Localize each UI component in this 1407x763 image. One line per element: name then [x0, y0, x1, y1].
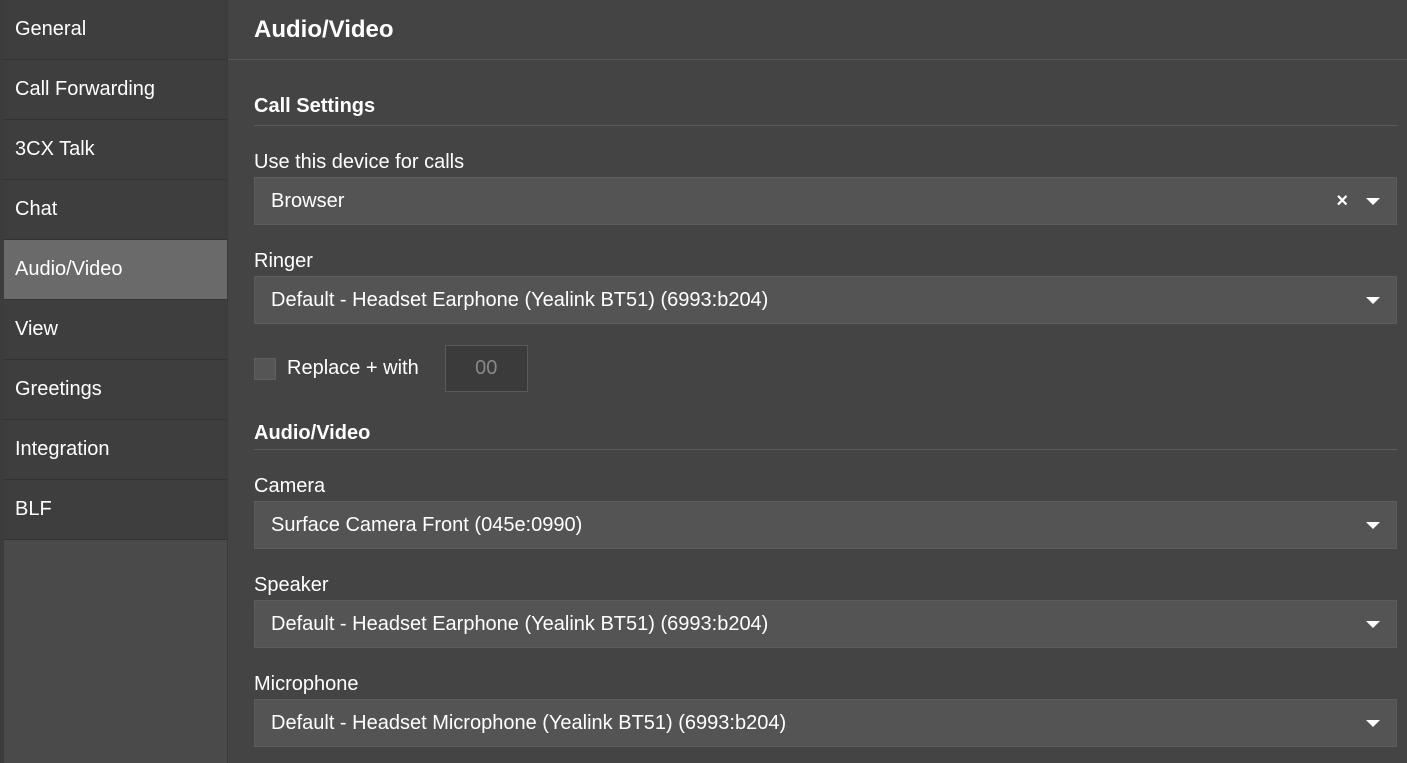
- sidebar-item-view[interactable]: View: [4, 300, 227, 360]
- ringer-select[interactable]: Default - Headset Earphone (Yealink BT51…: [254, 276, 1397, 324]
- sidebar-item-audio-video[interactable]: Audio/Video: [4, 240, 227, 300]
- sidebar-item-call-forwarding[interactable]: Call Forwarding: [4, 60, 227, 120]
- ringer-select-value: Default - Headset Earphone (Yealink BT51…: [271, 288, 769, 311]
- audio-video-section-title: Audio/Video: [254, 416, 1397, 450]
- speaker-label: Speaker: [254, 574, 329, 596]
- speaker-select-value: Default - Headset Earphone (Yealink BT51…: [271, 612, 769, 635]
- sidebar-item-chat[interactable]: Chat: [4, 180, 227, 240]
- sidebar-item-integration[interactable]: Integration: [4, 420, 227, 480]
- sidebar-item-blf[interactable]: BLF: [4, 480, 227, 540]
- call-settings-section-title: Call Settings: [254, 86, 1397, 126]
- microphone-label: Microphone: [254, 673, 359, 695]
- settings-nav: General Call Forwarding 3CX Talk Chat Au…: [4, 0, 227, 540]
- replace-plus-label: Replace + with: [287, 357, 419, 379]
- replace-plus-input[interactable]: [444, 345, 528, 392]
- page-title: Audio/Video: [254, 15, 394, 43]
- settings-main-panel: Audio/Video Call Settings Use this devic…: [228, 0, 1407, 763]
- replace-plus-checkbox[interactable]: [254, 357, 276, 380]
- device-label: Use this device for calls: [254, 151, 465, 173]
- settings-content: Call Settings Use this device for calls …: [254, 60, 1397, 747]
- caret-down-icon[interactable]: [1366, 720, 1380, 727]
- sidebar-item-3cx-talk[interactable]: 3CX Talk: [4, 120, 227, 180]
- device-select-value: Browser: [271, 189, 345, 212]
- ringer-label: Ringer: [254, 250, 313, 272]
- sidebar-item-general[interactable]: General: [4, 0, 227, 60]
- caret-down-icon[interactable]: [1366, 621, 1380, 628]
- device-select[interactable]: Browser ×: [254, 177, 1397, 225]
- caret-down-icon[interactable]: [1366, 198, 1380, 205]
- settings-window: General Call Forwarding 3CX Talk Chat Au…: [0, 0, 1407, 763]
- page-header: Audio/Video: [228, 0, 1407, 60]
- speaker-select[interactable]: Default - Headset Earphone (Yealink BT51…: [254, 600, 1397, 648]
- microphone-select-value: Default - Headset Microphone (Yealink BT…: [271, 711, 787, 734]
- caret-down-icon[interactable]: [1366, 297, 1380, 304]
- settings-sidebar: General Call Forwarding 3CX Talk Chat Au…: [0, 0, 228, 763]
- microphone-select[interactable]: Default - Headset Microphone (Yealink BT…: [254, 699, 1397, 747]
- camera-label: Camera: [254, 475, 326, 497]
- caret-down-icon[interactable]: [1366, 522, 1380, 529]
- camera-select[interactable]: Surface Camera Front (045e:0990): [254, 501, 1397, 549]
- replace-plus-row: Replace + with: [254, 345, 1397, 392]
- camera-select-value: Surface Camera Front (045e:0990): [271, 513, 583, 536]
- close-icon[interactable]: ×: [1336, 191, 1348, 211]
- sidebar-item-greetings[interactable]: Greetings: [4, 360, 227, 420]
